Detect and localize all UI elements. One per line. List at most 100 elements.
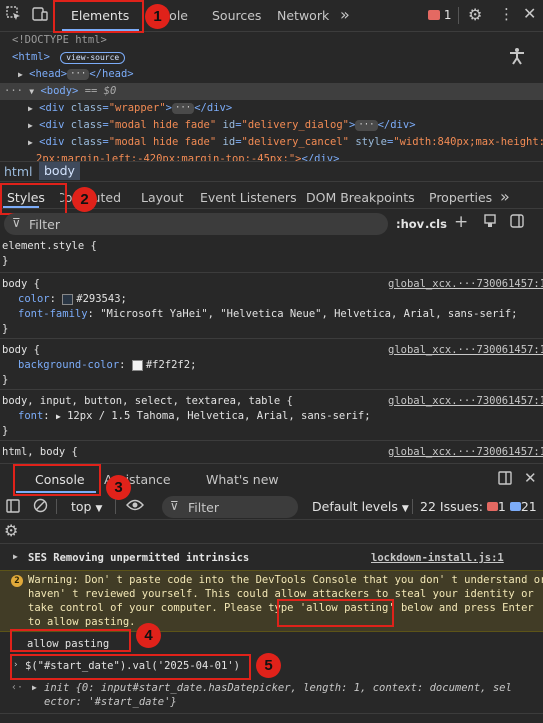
- rule1-prop-color[interactable]: color: #293543;: [18, 293, 127, 305]
- accessibility-icon[interactable]: [506, 46, 528, 68]
- ses-source-link[interactable]: lockdown-install.js:1: [371, 552, 504, 564]
- tab-event-listeners[interactable]: Event Listeners: [200, 190, 297, 205]
- rule-close: }: [2, 323, 9, 335]
- rule1-prop-font-family[interactable]: font-family: "Microsoft YaHei", "Helveti…: [18, 308, 517, 320]
- toggle-sidebar-icon[interactable]: [509, 214, 524, 229]
- annotation-badge-5: 5: [256, 653, 281, 678]
- more-tabs-icon[interactable]: »: [500, 187, 510, 206]
- rule-separator: [0, 389, 543, 390]
- expand-arrow-icon[interactable]: ▶: [56, 412, 61, 421]
- issues-counter[interactable]: 22 Issues: 1 21: [420, 499, 537, 514]
- device-toolbar-icon[interactable]: [31, 6, 49, 24]
- rule3-prop-font[interactable]: font: ▶ 12px / 1.5 Tahoma, Helvetica, Ar…: [18, 410, 371, 422]
- issues-label: 22 Issues:: [420, 499, 483, 514]
- dom-div-wrapper[interactable]: ▶ <div class="wrapper"> ··· </div>: [28, 100, 232, 117]
- rule-separator: [0, 338, 543, 339]
- tab-layout[interactable]: Layout: [141, 190, 184, 205]
- color-swatch[interactable]: [131, 359, 143, 371]
- annotation-box-3: [13, 464, 101, 496]
- rule4-source-link[interactable]: global_xcx.···730061457:1: [388, 446, 543, 458]
- expand-arrow-icon[interactable]: ▶: [18, 70, 23, 79]
- close-devtools-icon[interactable]: ✕: [523, 4, 536, 23]
- console-toolbar-border: [0, 519, 543, 520]
- div2-id: delivery_dialog: [247, 119, 343, 131]
- dock-drawer-icon[interactable]: [497, 471, 512, 486]
- dom-head[interactable]: ▶ <head> ··· </head>: [18, 66, 134, 83]
- element-state-icon[interactable]: [482, 214, 497, 229]
- rule2-source-link[interactable]: global_xcx.···730061457:1: [388, 344, 543, 356]
- console-filter-input[interactable]: ⊽ Filter: [162, 496, 298, 518]
- dom-dots: ···: [4, 85, 23, 97]
- color-swatch[interactable]: [62, 293, 74, 305]
- expand-arrow-icon[interactable]: ▶: [13, 552, 18, 561]
- rule1-selector[interactable]: body {: [2, 278, 40, 290]
- kebab-menu-icon[interactable]: ⋮: [499, 5, 514, 23]
- annotation-box-4: [10, 629, 131, 652]
- tab-sources[interactable]: Sources: [212, 8, 261, 23]
- dom-html[interactable]: <html> view-source: [12, 49, 126, 66]
- rule4-selector[interactable]: html, body {: [2, 446, 78, 458]
- cls-toggle[interactable]: .cls: [425, 217, 447, 231]
- view-source-pill[interactable]: view-source: [60, 52, 126, 64]
- expand-arrow-icon[interactable]: ▶: [32, 683, 37, 692]
- expand-arrow-icon[interactable]: ▶: [28, 104, 33, 113]
- error-counter[interactable]: 1: [428, 8, 451, 22]
- tab-whats-new[interactable]: What's new: [206, 472, 279, 487]
- issue-error-icon: [486, 502, 498, 511]
- more-tabs-icon[interactable]: »: [340, 5, 350, 24]
- live-expression-eye-icon[interactable]: [125, 498, 145, 514]
- styles-filter-input[interactable]: ⊽ Filter: [4, 213, 388, 235]
- settings-gear-icon[interactable]: ⚙: [468, 5, 482, 24]
- tab-dom-breakpoints[interactable]: DOM Breakpoints: [306, 190, 415, 205]
- log-levels-label: Default levels: [312, 499, 398, 514]
- console-settings-border: [0, 543, 543, 544]
- dom-div-delivery-dialog[interactable]: ▶ <div class="modal hide fade" id="deliv…: [28, 117, 416, 134]
- tab-network[interactable]: Network: [277, 8, 329, 23]
- rule3-source-link[interactable]: global_xcx.···730061457:1: [388, 395, 543, 407]
- hov-toggle[interactable]: :hov: [396, 217, 424, 231]
- issues-info-count: 21: [520, 499, 537, 514]
- dropdown-arrow-icon: ▼: [401, 504, 409, 514]
- div2-class: modal hide fade: [115, 119, 210, 131]
- rule2-selector[interactable]: body {: [2, 344, 40, 356]
- ellipsis-badge[interactable]: ···: [171, 102, 195, 114]
- ellipsis-badge[interactable]: ···: [67, 68, 90, 80]
- context-selector[interactable]: top ▼: [71, 499, 102, 514]
- rule-separator: [0, 272, 543, 273]
- console-result[interactable]: ‹· ▶ init {0: input#start_date.hasDatepi…: [0, 682, 543, 712]
- element-style-selector[interactable]: element.style {: [2, 240, 97, 252]
- console-bottom-border: [0, 713, 543, 714]
- rule3-selector[interactable]: body, input, button, select, textarea, t…: [2, 395, 293, 407]
- dom-head-tag: <head>: [29, 68, 68, 80]
- ellipsis-badge[interactable]: ···: [355, 119, 378, 131]
- rule2-prop-background[interactable]: background-color: #f2f2f2;: [18, 359, 196, 371]
- breadcrumb-body[interactable]: body: [39, 162, 80, 180]
- prop-name: color: [18, 293, 50, 305]
- filter-icon: ⊽: [12, 216, 21, 230]
- show-sidebar-icon[interactable]: [5, 499, 20, 514]
- result-line-2: ector: '#start_date'}: [44, 696, 177, 708]
- dom-doctype[interactable]: <!DOCTYPE html>: [12, 32, 107, 49]
- collapse-arrow-icon[interactable]: ▼: [29, 87, 34, 96]
- console-settings-gear-icon[interactable]: ⚙: [4, 521, 18, 540]
- dom-body-selected[interactable]: ··· ▼ <body> == $0: [0, 83, 543, 100]
- warning-text-c: below and press Enter: [394, 602, 534, 614]
- annotation-box-5: [10, 654, 251, 680]
- expand-arrow-icon[interactable]: ▶: [28, 121, 33, 130]
- inspect-element-icon[interactable]: [5, 6, 23, 24]
- clear-console-icon[interactable]: [32, 498, 48, 514]
- breadcrumb-html[interactable]: html: [4, 164, 32, 179]
- rule1-source-link[interactable]: global_xcx.···730061457:1: [388, 278, 543, 290]
- expand-arrow-icon[interactable]: ▶: [28, 138, 33, 147]
- error-icon: [428, 9, 440, 20]
- rule-close: }: [2, 374, 9, 386]
- prop-value: 12px / 1.5 Tahoma, Helvetica, Arial, san…: [67, 410, 371, 422]
- result-line-1: init {0: input#start_date.hasDatepicker,…: [44, 682, 512, 694]
- dom-div-delivery-cancel[interactable]: ▶ <div class="modal hide fade" id="deliv…: [28, 134, 543, 151]
- styles-filter-placeholder: Filter: [29, 217, 60, 232]
- console-ses-message: ▶ SES Removing unpermitted intrinsics lo…: [0, 550, 543, 568]
- close-drawer-icon[interactable]: ✕: [524, 469, 537, 487]
- log-levels-dropdown[interactable]: Default levels ▼: [312, 499, 409, 514]
- new-style-rule-icon[interactable]: +: [454, 212, 468, 232]
- tab-properties[interactable]: Properties: [429, 190, 492, 205]
